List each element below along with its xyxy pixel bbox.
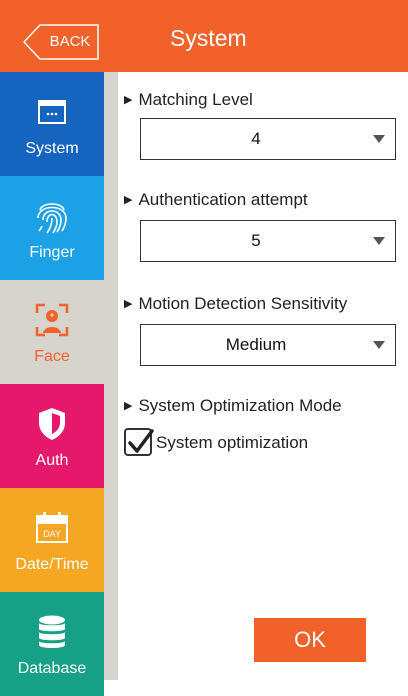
window-icon [0, 92, 104, 132]
chevron-down-icon [373, 237, 385, 245]
auth-attempt-label: ▶ Authentication attempt [124, 190, 308, 209]
back-button[interactable]: BACK [22, 24, 100, 60]
optimization-mode-label: ▶ System Optimization Mode [124, 396, 342, 415]
triangle-icon: ▶ [124, 194, 133, 206]
sidebar-item-date-time[interactable]: DAY Date/Time [0, 488, 104, 592]
motion-sensitivity-label: ▶ Motion Detection Sensitivity [124, 294, 348, 313]
sidebar-item-label: Date/Time [15, 556, 89, 573]
sidebar-item-finger[interactable]: Finger [0, 176, 104, 280]
sidebar-item-label: System [25, 140, 79, 157]
checkmark-icon [128, 429, 154, 453]
back-label: BACK [49, 33, 91, 50]
matching-level-label: ▶ Matching Level [124, 90, 253, 109]
page-title: System [170, 25, 247, 51]
triangle-icon: ▶ [124, 400, 133, 412]
ok-button[interactable]: OK [254, 618, 366, 662]
auth-attempt-value: 5 [251, 231, 261, 250]
triangle-icon: ▶ [124, 94, 133, 106]
auth-attempt-select[interactable]: 5 [140, 220, 396, 262]
optimization-checkbox[interactable] [124, 428, 154, 456]
calendar-icon: DAY [0, 508, 104, 548]
optimization-checkbox-label: System optimization [156, 433, 309, 452]
svg-text:DAY: DAY [43, 529, 61, 539]
fingerprint-icon [0, 196, 104, 236]
sidebar-item-label: Face [34, 348, 70, 365]
matching-level-select[interactable]: 4 [140, 118, 396, 160]
motion-sensitivity-value: Medium [225, 335, 287, 354]
sidebar-item-label: Finger [29, 244, 75, 261]
matching-level-value: 4 [251, 129, 261, 148]
chevron-down-icon [373, 341, 385, 349]
sidebar-item-database[interactable]: Database [0, 592, 104, 696]
sidebar-divider [104, 72, 118, 680]
database-icon [0, 612, 104, 652]
motion-sensitivity-select[interactable]: Medium [140, 324, 396, 366]
face-scan-icon [0, 300, 104, 340]
shield-icon [0, 404, 104, 444]
sidebar-item-label: Auth [35, 452, 69, 469]
sidebar-item-label: Database [17, 660, 87, 677]
sidebar-item-auth[interactable]: Auth [0, 384, 104, 488]
sidebar-item-face[interactable]: Face [0, 280, 104, 384]
sidebar-item-system[interactable]: System [0, 72, 104, 176]
sidebar: System Finger Face Auth DAY Date/Time Da… [0, 72, 104, 696]
settings-panel: ▶ Matching Level 4 ▶ Authentication attemp… [118, 72, 408, 680]
triangle-icon: ▶ [124, 298, 133, 310]
chevron-down-icon [373, 135, 385, 143]
